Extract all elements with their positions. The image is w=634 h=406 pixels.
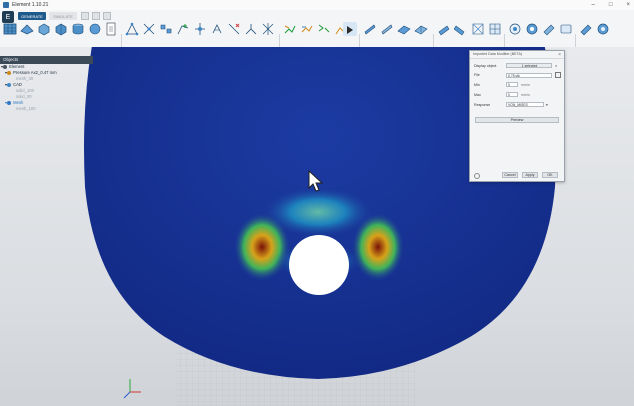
lattice-box-icon[interactable] [37,22,51,36]
max-row: Max 0 mm/s [474,92,530,97]
window-title: Element 1.10.21 [12,2,49,8]
interchange-lattice-icon[interactable] [471,22,485,36]
display-object-row: Display object 1 selected × [474,63,558,68]
response-row: Response VON_MISES ▾ [474,102,548,107]
display-object-button[interactable]: 1 selected [506,63,552,68]
app-icon [3,2,9,8]
hole-opening [289,235,349,295]
file-row: File 0.75.vtk [474,72,561,78]
quick-access-toolbar [81,12,111,20]
max-field[interactable]: 0 [506,92,518,97]
thicken-shell-icon[interactable] [380,22,394,36]
tab-simulate[interactable]: SIMULATE [49,12,77,20]
modify-imported-data-icon[interactable] [343,22,357,36]
dialog-title: Imported Data Modifier (BETA) [470,51,564,59]
meta-gear-icon[interactable] [596,22,610,36]
edit-split-icon[interactable] [193,22,207,36]
utility-settings-icon[interactable] [525,22,539,36]
lattice-conformal-icon[interactable] [54,22,68,36]
mesh-icon [7,101,12,105]
chevron-down-icon[interactable]: ▾ [546,103,548,107]
interchange-export-icon[interactable] [437,22,451,36]
utility-tool-icon[interactable] [542,22,556,36]
stress-hotspot-right [352,213,404,281]
save-icon[interactable] [103,12,111,20]
imported-data-modifier-dialog: Imported Data Modifier (BETA) × Display … [469,50,565,182]
utility-script-icon[interactable] [559,22,573,36]
title-bar: Element 1.10.21 – □ × [0,0,634,10]
tab-generate[interactable]: GENERATE [18,12,46,20]
file-field[interactable]: 0.75.vtk [506,72,552,78]
edit-connect-icon[interactable] [210,22,224,36]
edit-beams-icon[interactable] [142,22,156,36]
open-file-icon[interactable] [92,12,100,20]
modify-field-icon[interactable] [317,22,331,36]
browse-file-icon[interactable] [555,72,561,78]
edit-cross-icon[interactable] [261,22,275,36]
tree-item-sub[interactable]: mesh_100 [0,106,93,112]
minimize-button[interactable]: – [592,2,595,8]
close-button[interactable]: × [626,2,630,8]
mouse-cursor-icon [308,170,324,192]
min-row: Min 0 mm/s [474,82,530,87]
thicken-offset-icon[interactable] [414,22,428,36]
interchange-mesh-icon[interactable] [488,22,502,36]
edit-nodes-icon[interactable] [125,22,139,36]
modify-thickness-icon[interactable] [300,22,314,36]
interchange-import-icon[interactable] [453,22,468,36]
new-file-icon[interactable] [81,12,89,20]
thicken-beam-icon[interactable] [363,22,377,36]
pressure-icon [7,71,12,75]
element-icon [3,65,8,69]
ribbon: E GENERATE SIMULATE LATTICE ▾ EDIT ▾ [0,10,634,56]
min-field[interactable]: 0 [506,82,518,87]
lattice-sphere-icon[interactable] [88,22,102,36]
clear-selection-icon[interactable]: × [555,63,557,68]
meta-tool-icon[interactable] [579,22,593,36]
thicken-surface-icon[interactable] [397,22,411,36]
help-icon[interactable] [474,173,480,179]
response-select[interactable]: VON_MISES [506,102,544,107]
objects-panel: Objects ▾ Element ▾ Pressure Ax2_0.47 mm m… [0,56,93,246]
edit-trim-icon[interactable] [244,22,258,36]
window-controls: – □ × [592,0,630,10]
dialog-close-icon[interactable]: × [558,52,561,58]
cad-icon [7,83,12,87]
ribbon-tools: LATTICE ▾ EDIT ▾ MODIFY ▾ THICKEN ▾ [0,22,634,56]
apply-button[interactable]: Apply [522,172,538,178]
edit-add-icon[interactable] [176,22,190,36]
objects-panel-header: Objects [0,56,93,64]
axis-triad-icon [123,379,141,399]
lattice-doc-icon[interactable] [104,22,118,36]
lattice-grid-icon[interactable] [3,22,17,36]
edit-merge-icon[interactable] [159,22,173,36]
utility-measure-icon[interactable] [508,22,522,36]
ok-button[interactable]: OK [542,172,558,178]
modify-gradient-icon[interactable] [283,22,297,36]
edit-delete-icon[interactable] [227,22,241,36]
lattice-surface-icon[interactable] [20,22,34,36]
preview-button[interactable]: Preview [475,117,559,123]
lattice-cylinder-icon[interactable] [71,22,85,36]
cancel-button[interactable]: Cancel [502,172,518,178]
objects-tree: ▾ Element ▾ Pressure Ax2_0.47 mm mesh_00 ▾… [0,64,93,112]
maximize-button[interactable]: □ [609,2,613,8]
